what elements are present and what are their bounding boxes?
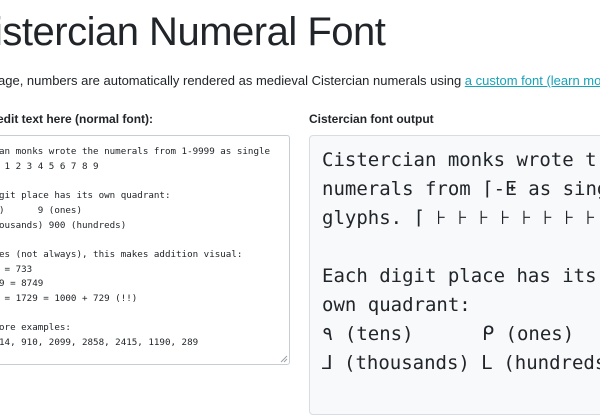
- output-line: Each digit place has its: [322, 265, 597, 287]
- editor-line: git place has its own quadrant:: [0, 190, 171, 202]
- output-line: Cistercian monks wrote t: [322, 149, 597, 171]
- editor-line: ) 9 (ones): [0, 204, 82, 216]
- editor-line: = 733: [4, 263, 33, 275]
- output-label: Cistercian font output: [309, 112, 434, 126]
- text-editor[interactable]: an monks wrote the numerals from 1-9999 …: [0, 135, 290, 365]
- editor-line: = 1729 = 1000 + 729 (!!): [4, 293, 138, 305]
- output-line: own quadrant:: [322, 294, 471, 316]
- editor-line: 14, 910, 2099, 2858, 2415, 1190, 289: [0, 337, 199, 349]
- editor-label: edit text here (normal font):: [0, 112, 154, 126]
- editor-line: es (not always), this makes addition vis…: [0, 248, 243, 260]
- learn-more-link[interactable]: a custom font (learn more): [465, 73, 600, 88]
- output-line: ⅃ (thousands) ᒪ (hundreds: [322, 352, 600, 374]
- editor-line: 9 = 8749: [0, 278, 44, 290]
- intro-text-start: age, numbers are automatically rendered …: [0, 73, 465, 88]
- output-line: glyphs. ⌈ ⊦ ⊦ ⊦ ⊦ ⊦ ⊦ ⊦ ⊦: [322, 207, 596, 229]
- resize-handle-icon[interactable]: [279, 354, 288, 363]
- output-line: ٩ (tens) ᑭ (ones): [322, 323, 575, 345]
- cistercian-output: Cistercian monks wrote t numerals from ⌈…: [309, 135, 600, 415]
- output-content: Cistercian monks wrote t numerals from ⌈…: [310, 136, 600, 378]
- editor-line: 1 2 3 4 5 6 7 8 9: [4, 160, 99, 172]
- output-line: numerals from ⌈-ⵟ as sing: [322, 178, 600, 200]
- editor-line: an monks wrote the numerals from 1-9999 …: [0, 146, 271, 157]
- editor-content[interactable]: an monks wrote the numerals from 1-9999 …: [0, 136, 289, 351]
- page-title: istercian Numeral Font: [0, 10, 386, 54]
- editor-line: ousands) 900 (hundreds): [0, 219, 127, 231]
- intro-text: age, numbers are automatically rendered …: [0, 72, 600, 90]
- editor-line: ore examples:: [0, 322, 71, 334]
